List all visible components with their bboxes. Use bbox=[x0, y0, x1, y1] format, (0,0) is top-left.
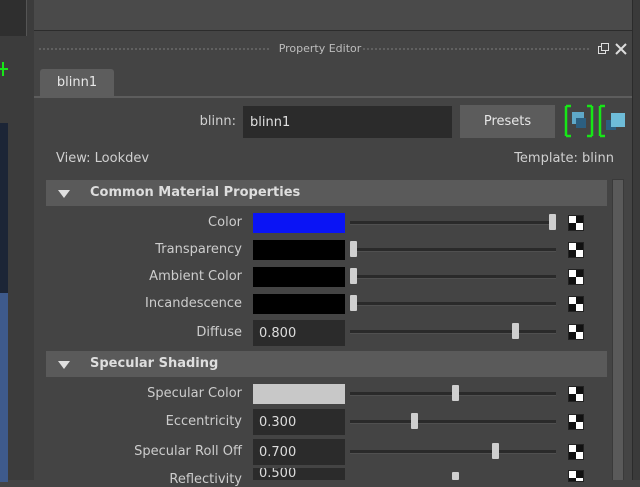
left-viewport-dark bbox=[0, 123, 8, 293]
collapse-triangle-icon[interactable] bbox=[58, 190, 70, 198]
map-texture-icon[interactable] bbox=[568, 470, 584, 482]
eccentricity-field[interactable]: 0.300 bbox=[253, 409, 345, 435]
close-icon[interactable] bbox=[614, 42, 628, 56]
transparency-slider-track[interactable] bbox=[350, 248, 556, 252]
specular-roll-off-slider-handle[interactable] bbox=[492, 443, 500, 459]
tab-underline bbox=[34, 96, 632, 98]
map-texture-icon[interactable] bbox=[568, 215, 584, 231]
section-title: Specular Shading bbox=[90, 356, 219, 371]
diffuse-slider-handle[interactable] bbox=[512, 323, 520, 339]
template-label: Template: blinn bbox=[514, 151, 614, 166]
map-texture-icon[interactable] bbox=[568, 444, 584, 460]
color-swatch[interactable] bbox=[253, 213, 345, 233]
specular-roll-off-field[interactable]: 0.700 bbox=[253, 439, 345, 465]
attr-label-eccentricity: Eccentricity bbox=[165, 414, 242, 429]
right-edge-strip bbox=[632, 0, 640, 480]
map-texture-icon[interactable] bbox=[568, 242, 584, 258]
section-title: Common Material Properties bbox=[90, 185, 301, 200]
ambient-color-slider-track[interactable] bbox=[350, 275, 556, 279]
map-texture-icon[interactable] bbox=[568, 324, 584, 340]
float-window-icon[interactable] bbox=[596, 42, 610, 56]
section-specular-shading[interactable]: Specular Shading bbox=[46, 351, 607, 377]
attr-label-specular-roll-off: Specular Roll Off bbox=[134, 444, 242, 459]
map-texture-icon[interactable] bbox=[568, 414, 584, 430]
section-common-material-properties[interactable]: Common Material Properties bbox=[46, 180, 607, 206]
attr-label-diffuse: Diffuse bbox=[196, 325, 242, 340]
specular-color-swatch[interactable] bbox=[253, 384, 345, 404]
color-slider-track[interactable] bbox=[350, 221, 556, 225]
output-connections-icon[interactable] bbox=[598, 104, 628, 138]
eccentricity-slider-handle[interactable] bbox=[410, 413, 418, 429]
node-name-input[interactable] bbox=[243, 106, 452, 138]
transparency-slider-handle[interactable] bbox=[350, 241, 357, 257]
map-texture-icon[interactable] bbox=[568, 269, 584, 285]
attr-label-transparency: Transparency bbox=[155, 242, 242, 257]
attr-label-color: Color bbox=[208, 215, 242, 230]
top-pane bbox=[34, 0, 632, 31]
input-connections-icon[interactable] bbox=[564, 104, 594, 138]
collapse-triangle-icon[interactable] bbox=[58, 361, 70, 369]
presets-button[interactable]: Presets bbox=[460, 105, 555, 138]
incandescence-slider-track[interactable] bbox=[350, 302, 556, 306]
green-marker-icon bbox=[0, 62, 8, 76]
eccentricity-slider-track[interactable] bbox=[350, 420, 556, 424]
attr-label-incandescence: Incandescence bbox=[145, 296, 242, 311]
node-type-label: blinn: bbox=[199, 114, 236, 129]
transparency-swatch[interactable] bbox=[253, 240, 345, 260]
view-label: View: Lookdev bbox=[56, 151, 150, 166]
incandescence-slider-handle[interactable] bbox=[350, 295, 357, 311]
panel-title: Property Editor bbox=[278, 42, 362, 55]
scrollbar-thumb[interactable] bbox=[613, 180, 623, 480]
incandescence-swatch[interactable] bbox=[253, 294, 345, 314]
reflectivity-slider-handle[interactable] bbox=[451, 472, 459, 480]
specular-roll-off-slider-track[interactable] bbox=[350, 450, 556, 454]
specular-color-slider-handle[interactable] bbox=[451, 385, 459, 401]
tab-blinn1[interactable]: blinn1 bbox=[40, 69, 114, 96]
attr-label-ambient-color: Ambient Color bbox=[149, 269, 242, 284]
diffuse-slider-track[interactable] bbox=[350, 330, 556, 334]
color-slider-handle[interactable] bbox=[548, 214, 556, 230]
ambient-color-slider-handle[interactable] bbox=[350, 268, 357, 284]
left-panel-top bbox=[0, 0, 27, 36]
map-texture-icon[interactable] bbox=[568, 296, 584, 312]
map-texture-icon[interactable] bbox=[568, 386, 584, 402]
reflectivity-field[interactable]: 0.500 bbox=[253, 468, 345, 480]
diffuse-field[interactable]: 0.800 bbox=[253, 320, 345, 346]
attr-label-specular-color: Specular Color bbox=[147, 386, 242, 401]
ambient-color-swatch[interactable] bbox=[253, 267, 345, 287]
